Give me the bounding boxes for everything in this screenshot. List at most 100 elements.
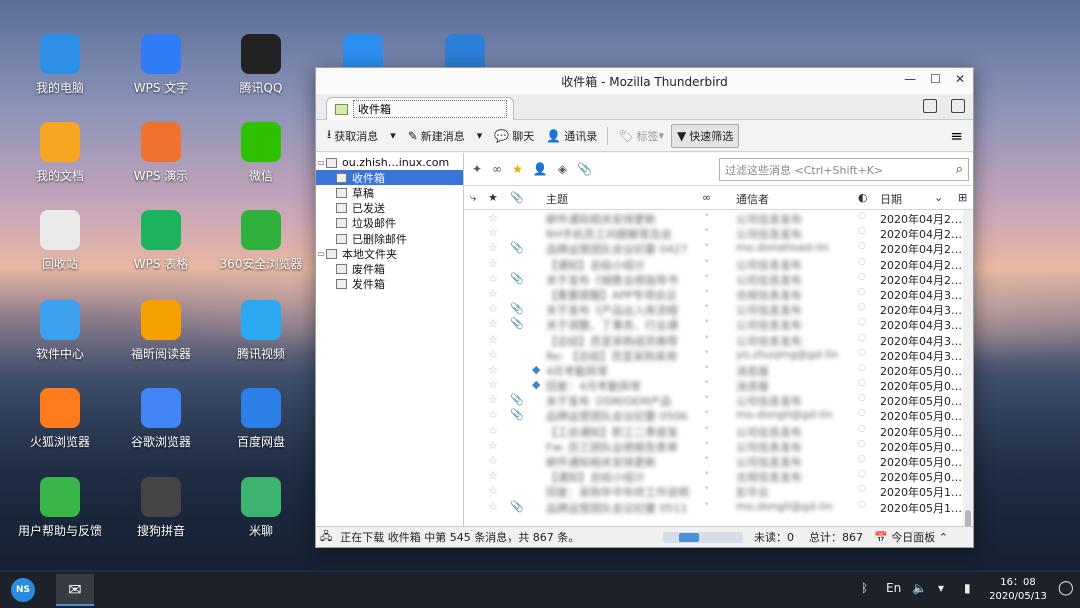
- input-method-indicator[interactable]: En: [886, 581, 901, 595]
- message-row[interactable]: ☆ 📎 关于发布《产品出入库流程 • 公司信息发布 ○ 2020年04月3…: [464, 301, 973, 317]
- local-folders-item[interactable]: ▭ 本地文件夹: [316, 246, 463, 261]
- desktop-icon[interactable]: 搜狗拼音: [116, 477, 206, 539]
- message-row[interactable]: ☆ 📎 关于发布《销售业绩指导书 • 公司信息发布 ○ 2020年04月2…: [464, 271, 973, 287]
- thread-column-icon[interactable]: ⤷: [470, 191, 476, 205]
- message-row[interactable]: ☆ ◆ 回复：4月考勤异常 • 消息版 ○ 2020年05月0…: [464, 377, 973, 393]
- desktop-icon[interactable]: 福昕阅读器: [116, 300, 206, 362]
- star-toggle-icon[interactable]: ☆: [488, 211, 498, 224]
- desktop-icon[interactable]: 百度网盘: [216, 388, 306, 450]
- message-row[interactable]: ☆ 邮件通知相关安排更新 • 公司信息发布 ○ 2020年04月2…: [464, 210, 973, 226]
- desktop-icon[interactable]: 用户帮助与反馈: [15, 477, 105, 539]
- taskbar-thunderbird-app[interactable]: ✉: [56, 574, 94, 606]
- attachment-filter-icon[interactable]: 📎: [577, 162, 592, 176]
- message-row[interactable]: ☆ 【总结】员宣采购成员推荐 • 公司信息发布 ○ 2020年04月3…: [464, 332, 973, 348]
- attachment-column-icon[interactable]: 📎: [510, 191, 524, 204]
- address-book-button[interactable]: 👤 通讯录: [541, 125, 602, 147]
- message-row[interactable]: ☆ 📎 品牌运营团队会议纪要 0506 • mo.dongli@gd-lin ○ 2020年…: [464, 407, 973, 423]
- collapse-icon[interactable]: ▭: [316, 249, 326, 258]
- desktop-icon[interactable]: 米聊: [216, 477, 306, 539]
- quick-filter-button[interactable]: ▼ 快速筛选: [671, 123, 740, 148]
- desktop-icon[interactable]: 腾讯QQ: [216, 34, 306, 96]
- pin-icon[interactable]: ✦: [472, 162, 482, 176]
- star-toggle-icon[interactable]: ☆: [488, 348, 498, 361]
- star-toggle-icon[interactable]: ☆: [488, 317, 498, 330]
- wifi-icon[interactable]: ▾: [938, 581, 944, 595]
- star-toggle-icon[interactable]: ☆: [488, 378, 498, 391]
- column-date[interactable]: 日期: [880, 191, 902, 207]
- desktop-icon[interactable]: WPS 文字: [116, 34, 206, 96]
- volume-icon[interactable]: 🔈: [912, 581, 927, 595]
- message-row[interactable]: ☆ 📎 品牌运营团队会议纪要 0511 • mo.dongli@gd-lin ○ 2020年…: [464, 499, 973, 515]
- message-row[interactable]: ☆ RH手机员工问题解答及会 • 公司信息发布 ○ 2020年04月2…: [464, 225, 973, 241]
- notification-center-icon[interactable]: ◯: [1058, 580, 1074, 596]
- column-correspondent[interactable]: 通信者: [736, 191, 769, 207]
- tag-filter-icon[interactable]: ◈: [558, 162, 567, 176]
- folder-item[interactable]: 草稿: [316, 185, 463, 200]
- maximize-icon[interactable]: ☐: [930, 72, 941, 86]
- desktop-icon[interactable]: 腾讯视频: [216, 300, 306, 362]
- window-titlebar[interactable]: 收件箱 - Mozilla Thunderbird — ☐ ✕: [316, 68, 973, 94]
- message-row[interactable]: ☆ 【通知】总结小组计 • 公司信息发布 ○ 2020年04月2…: [464, 256, 973, 272]
- star-toggle-icon[interactable]: ☆: [488, 439, 498, 452]
- message-row[interactable]: ☆ 【重要提醒】APP专项会议 • 合规信息发布 ○ 2020年04月3…: [464, 286, 973, 302]
- desktop-icon[interactable]: 我的电脑: [15, 34, 105, 96]
- folder-item[interactable]: 垃圾邮件: [316, 216, 463, 231]
- bluetooth-icon[interactable]: ᛒ: [861, 581, 868, 595]
- star-filter-icon[interactable]: ★: [512, 162, 523, 176]
- quick-filter-search-input[interactable]: 过滤这些消息 <Ctrl+Shift+K> ⌕: [719, 158, 969, 181]
- star-column-icon[interactable]: ★: [488, 191, 498, 204]
- desktop-icon[interactable]: 火狐浏览器: [15, 388, 105, 450]
- junk-column-icon[interactable]: ◐: [858, 191, 868, 204]
- column-subject[interactable]: 主题: [546, 191, 568, 207]
- star-toggle-icon[interactable]: ☆: [488, 363, 498, 376]
- star-toggle-icon[interactable]: ☆: [488, 302, 498, 315]
- star-toggle-icon[interactable]: ☆: [488, 469, 498, 482]
- star-toggle-icon[interactable]: ☆: [488, 484, 498, 497]
- contact-filter-icon[interactable]: 👤: [533, 162, 548, 176]
- star-toggle-icon[interactable]: ☆: [488, 272, 498, 285]
- star-toggle-icon[interactable]: ☆: [488, 393, 498, 406]
- read-status-column-icon[interactable]: ∞: [702, 191, 711, 204]
- tab-inbox[interactable]: 收件箱: [326, 97, 514, 120]
- star-toggle-icon[interactable]: ☆: [488, 241, 498, 254]
- star-toggle-icon[interactable]: ☆: [488, 424, 498, 437]
- close-icon[interactable]: ✕: [955, 72, 965, 86]
- message-row[interactable]: ☆ 回复：采购年中年终工作说明 • 彭华云 ○ 2020年05月1…: [464, 483, 973, 499]
- minimize-icon[interactable]: —: [904, 72, 916, 86]
- thread-link-icon[interactable]: ∞: [492, 162, 502, 176]
- desktop-icon[interactable]: WPS 表格: [116, 210, 206, 272]
- folder-item[interactable]: 已发送: [316, 201, 463, 216]
- star-toggle-icon[interactable]: ☆: [488, 408, 498, 421]
- start-menu-button[interactable]: NS: [11, 578, 35, 602]
- app-menu-icon[interactable]: ≡: [950, 127, 963, 145]
- message-row[interactable]: ☆ Re: 【总结】员宣采购采用 • yo.zhuqing@gd-lin ○ 2020年0…: [464, 347, 973, 363]
- message-row[interactable]: ☆ Fw: 员工团队业绩报告表单 • 公司信息发布 ○ 2020年05月0…: [464, 438, 973, 454]
- desktop-icon[interactable]: 360安全浏览器: [216, 210, 306, 272]
- message-row[interactable]: ☆ 📎 品牌运营团队会议纪要 0427 • mo.donatioad-lin ○ 2020年…: [464, 240, 973, 256]
- message-row[interactable]: ☆ 邮件通知相关安排更新 • 公司信息发布 ○ 2020年05月0…: [464, 453, 973, 469]
- usb-device-icon[interactable]: ▮: [964, 581, 971, 595]
- desktop-icon[interactable]: 我的文档: [15, 122, 105, 184]
- star-toggle-icon[interactable]: ☆: [488, 333, 498, 346]
- write-dropdown[interactable]: ▾: [472, 126, 488, 145]
- message-row[interactable]: ☆ 📎 关于发布《ISM/OEM产品 • 公司信息发布 ○ 2020年05月0…: [464, 392, 973, 408]
- desktop-icon[interactable]: 微信: [216, 122, 306, 184]
- desktop-icon[interactable]: 软件中心: [15, 300, 105, 362]
- tasks-icon[interactable]: [951, 99, 965, 113]
- tag-button[interactable]: 🏷 标签 ▾: [613, 125, 669, 147]
- star-toggle-icon[interactable]: ☆: [488, 454, 498, 467]
- message-row[interactable]: ☆ ◆ 4月考勤异常 • 消息版 ○ 2020年05月0…: [464, 362, 973, 378]
- folder-item[interactable]: 收件箱: [316, 170, 463, 186]
- local-folder-item[interactable]: 废件箱: [316, 261, 463, 276]
- account-item[interactable]: ▭ ou.zhish…inux.com: [316, 155, 463, 170]
- system-clock[interactable]: 16：08 2020/05/13: [986, 576, 1050, 604]
- message-row[interactable]: ☆ 【通知】总结小组计 • 合规信息发布 ○ 2020年05月0…: [464, 468, 973, 484]
- collapse-icon[interactable]: ▭: [316, 158, 326, 167]
- scrollbar-thumb[interactable]: [965, 510, 971, 526]
- desktop-icon[interactable]: 回收站: [15, 210, 105, 272]
- calendar-icon[interactable]: [923, 99, 937, 113]
- star-toggle-icon[interactable]: ☆: [488, 287, 498, 300]
- message-list-scrollbar[interactable]: [963, 210, 973, 526]
- search-icon[interactable]: ⌕: [956, 162, 963, 177]
- write-button[interactable]: ✎ 新建消息: [403, 125, 470, 147]
